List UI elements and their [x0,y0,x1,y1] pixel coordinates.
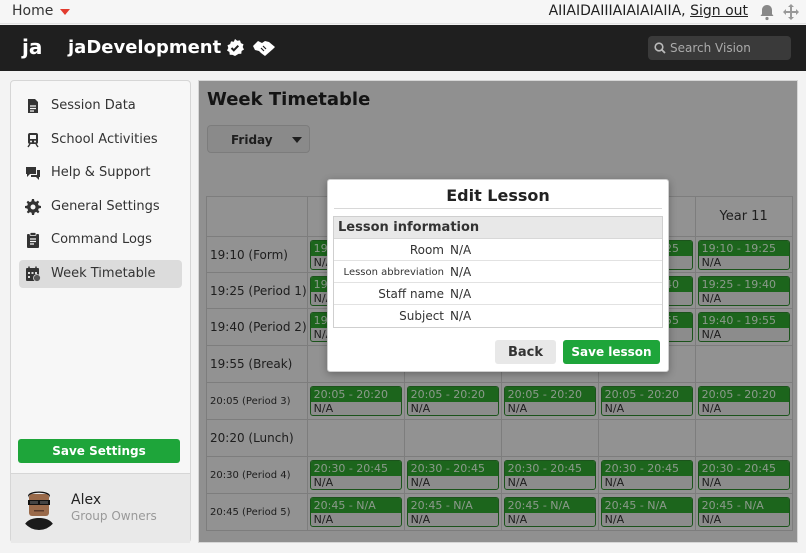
user-role: Group Owners [71,509,157,523]
home-link[interactable]: Home [12,3,53,19]
info-row-staff: Staff name N/A [334,283,662,305]
save-lesson-button[interactable]: Save lesson [563,340,660,364]
move-icon[interactable] [782,3,800,21]
user-line: AIIAIDAIIIAIAIAIAIIA, Sign out [549,3,748,19]
info-key: Staff name [378,287,444,301]
sidebar-item-help-support[interactable]: Help & Support [19,159,182,187]
info-row-abbreviation: Lesson abbreviation N/A [334,261,662,283]
search-input[interactable] [670,39,788,57]
sidebar-item-command-logs[interactable]: Command Logs [19,226,182,254]
sidebar-item-session-data[interactable]: Session Data [19,92,182,120]
sidebar-item-general-settings[interactable]: General Settings [19,193,182,221]
handshake-icon [253,41,275,56]
info-value: N/A [450,265,472,279]
sign-out-link[interactable]: Sign out [690,3,748,19]
info-row-room: Room N/A [334,239,662,261]
sidebar-item-label: Session Data [51,98,136,113]
avatar [19,486,59,530]
edit-lesson-dialog: Edit Lesson Lesson information Room N/A … [327,179,669,372]
info-value: N/A [450,243,472,257]
sidebar-item-label: Help & Support [51,165,151,180]
document-icon [28,99,38,113]
search-icon [654,42,666,54]
info-value: N/A [450,287,472,301]
sidebar-item-label: School Activities [51,132,158,147]
save-settings-button[interactable]: Save Settings [18,439,180,463]
search-box[interactable] [648,36,791,60]
sidebar-item-label: Week Timetable [51,266,156,281]
sidebar-item-label: Command Logs [51,232,152,247]
group-name: jaDevelopment [68,37,222,58]
clipboard-icon [27,232,39,248]
chat-icon [26,167,40,180]
logo[interactable]: ja [22,35,42,59]
user-name: Alex [71,492,102,508]
sidebar-item-school-activities[interactable]: School Activities [19,126,182,154]
lesson-info-table: Lesson information Room N/A Lesson abbre… [333,216,663,328]
username: AIIAIDAIIIAIAIAIAIIA, [548,3,686,19]
train-icon [27,133,39,148]
dialog-title: Edit Lesson [446,186,550,205]
user-card[interactable]: Alex Group Owners [11,473,190,543]
back-button[interactable]: Back [495,340,556,364]
info-row-subject: Subject N/A [334,305,662,327]
sidebar: Session Data School Activities Help & Su… [10,80,191,543]
verified-badge-icon [227,39,244,56]
info-key: Room [409,243,444,257]
group-header: ja jaDevelopment [0,25,806,71]
sidebar-item-label: General Settings [51,199,160,214]
info-key: Lesson abbreviation [343,267,444,278]
calendar-icon [26,266,41,282]
divider [334,208,662,209]
home-dropdown-icon[interactable] [60,9,70,15]
sidebar-item-week-timetable[interactable]: Week Timetable [19,260,182,288]
info-value: N/A [450,309,472,323]
top-bar: Home AIIAIDAIIIAIAIAIAIIA, Sign out [0,0,806,24]
bell-icon[interactable] [758,3,776,21]
gear-icon [25,199,41,215]
lesson-info-header: Lesson information [334,217,662,239]
info-key: Subject [399,309,444,323]
